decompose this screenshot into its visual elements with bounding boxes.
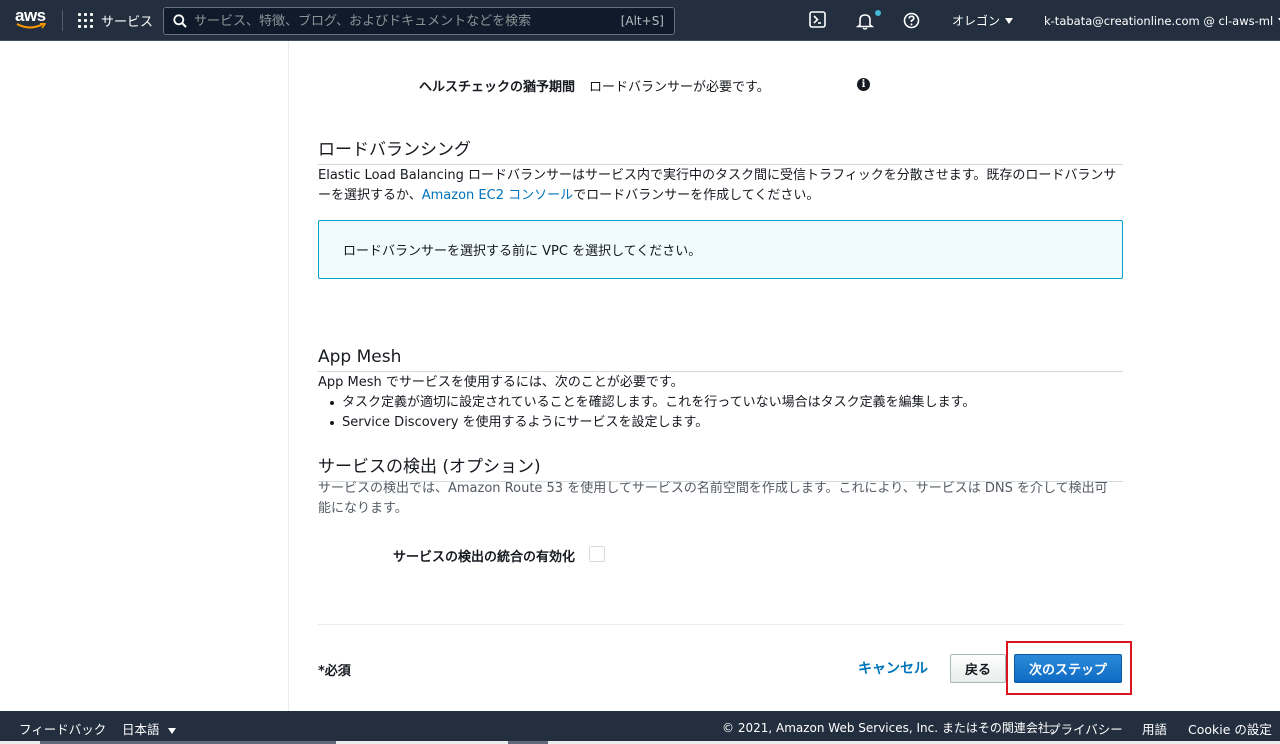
- terms-link[interactable]: 用語: [1142, 719, 1167, 738]
- back-button[interactable]: 戻る: [950, 654, 1006, 683]
- account-label: k-tabata@creationline.com @ cl-aws-ml: [1044, 13, 1274, 28]
- ec2-console-link[interactable]: Amazon EC2 コンソール: [422, 188, 573, 203]
- search-bar[interactable]: [Alt+S]: [163, 7, 675, 35]
- health-check-grace-value: ロードバランサーが必要です。: [589, 80, 770, 95]
- language-selector[interactable]: 日本語: [122, 719, 176, 738]
- load-balancing-description: Elastic Load Balancing ロードバランサーはサービス内で実行…: [318, 168, 1117, 203]
- search-input[interactable]: [194, 13, 621, 29]
- list-item: タスク定義が適切に設定されていることを確認します。これを行っていない場合はタスク…: [318, 393, 1123, 413]
- enable-service-discovery-label: サービスの検出の統合の有効化: [392, 550, 575, 565]
- search-shortcut: [Alt+S]: [620, 14, 664, 28]
- health-check-grace-label: ヘルスチェックの猶予期間: [418, 80, 575, 95]
- cookie-settings-link[interactable]: Cookie の設定: [1188, 719, 1272, 738]
- cloudshell-icon[interactable]: [809, 11, 826, 28]
- services-label: サービス: [101, 15, 154, 30]
- app-mesh-intro: App Mesh でサービスを使用するには、次のことが必要です。: [318, 375, 684, 390]
- load-balancing-title: ロードバランシング: [318, 135, 1123, 165]
- chevron-down-icon: [167, 728, 176, 734]
- services-menu-button[interactable]: サービス: [78, 0, 153, 41]
- notification-dot: [875, 10, 881, 16]
- copyright-text: © 2021, Amazon Web Services, Inc. またはその関…: [722, 721, 1062, 735]
- vpc-info-text: ロードバランサーを選択する前に VPC を選択してください。: [343, 244, 702, 259]
- feedback-link[interactable]: フィードバック: [19, 719, 106, 738]
- search-icon: [173, 14, 187, 28]
- enable-service-discovery-checkbox[interactable]: [589, 546, 605, 562]
- chevron-down-icon: [1005, 17, 1014, 24]
- language-label: 日本語: [122, 722, 160, 737]
- aws-smile-icon: [16, 23, 46, 29]
- privacy-link[interactable]: プライバシー: [1048, 719, 1123, 738]
- region-selector[interactable]: オレゴン: [952, 0, 1014, 41]
- page-footer: フィードバック 日本語 © 2021, Amazon Web Services,…: [0, 711, 1280, 744]
- grid-icon: [78, 13, 93, 28]
- aws-logo[interactable]: aws: [15, 6, 49, 32]
- bell-icon[interactable]: [856, 12, 874, 30]
- vpc-info-box: ロードバランサーを選択する前に VPC を選択してください。: [318, 220, 1123, 279]
- app-mesh-description: App Mesh でサービスを使用するには、次のことが必要です。 タスク定義が適…: [318, 373, 1123, 433]
- next-step-button[interactable]: 次のステップ: [1014, 654, 1122, 683]
- required-note: *必須: [318, 664, 351, 679]
- aws-logo-text: aws: [15, 6, 46, 25]
- cancel-button[interactable]: キャンセル: [858, 658, 928, 678]
- nav-separator: [62, 10, 63, 31]
- app-mesh-requirements-list: タスク定義が適切に設定されていることを確認します。これを行っていない場合はタスク…: [318, 393, 1123, 433]
- account-menu[interactable]: k-tabata@creationline.com @ cl-aws-ml: [1044, 0, 1280, 41]
- top-navigation: aws サービス [Alt+S] オレゴン k-tabata@cr: [0, 0, 1280, 41]
- service-discovery-title: サービスの検出 (オプション): [318, 452, 1123, 482]
- info-icon[interactable]: i: [857, 78, 870, 91]
- service-discovery-description: サービスの検出では、Amazon Route 53 を使用してサービスの名前空間…: [318, 481, 1108, 516]
- app-mesh-title: App Mesh: [318, 347, 1123, 372]
- footer-divider: [318, 624, 1123, 625]
- help-icon[interactable]: [903, 12, 920, 29]
- list-item: Service Discovery を使用するようにサービスを設定します。: [318, 413, 1123, 433]
- content-panel-border: [288, 41, 289, 711]
- region-label: オレゴン: [952, 14, 1001, 28]
